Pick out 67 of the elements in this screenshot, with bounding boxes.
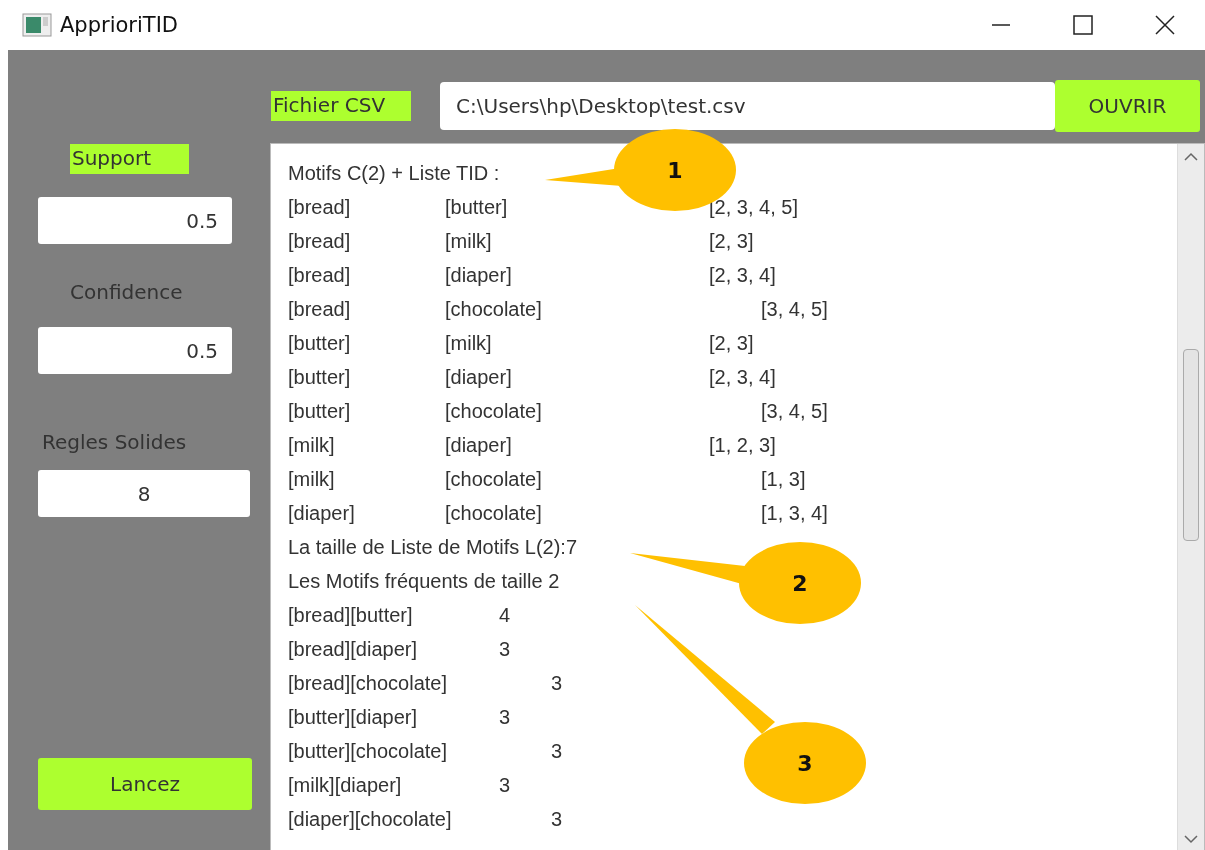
scroll-up-icon[interactable] [1184,152,1198,161]
rules-label: Regles Solides [42,430,187,454]
count-text: 3 [551,807,563,831]
close-icon[interactable] [1155,15,1175,35]
confidence-label: Confidence [70,280,183,304]
item-text: [butter] [288,365,352,389]
count-text: 3 [499,773,511,797]
tid-list: [1, 3, 4] [761,501,828,525]
count-text: 3 [551,739,563,763]
item-text: [milk] [445,331,493,355]
scroll-down-icon[interactable] [1184,835,1198,844]
maximize-icon[interactable] [1073,15,1093,35]
item-text: [diaper] [445,365,513,389]
support-label: Support [70,144,190,174]
confidence-field[interactable]: 0.5 [38,327,232,374]
count-text: 3 [551,671,563,695]
pattern-text: [butter][diaper] [288,705,418,729]
item-text: [bread] [288,195,352,219]
tid-list: [3, 4, 5] [761,399,828,423]
tid-list: [2, 3] [709,229,754,253]
item-text: [chocolate] [445,399,543,423]
item-text: [diaper] [288,501,356,525]
output-text: Les Motifs fréquents de taille 2 [288,569,560,593]
count-text: 3 [499,705,511,729]
pattern-text: [milk][diaper] [288,773,403,797]
tid-list: [2, 3, 4] [709,365,776,389]
count-text: 4 [499,603,511,627]
tid-list: [2, 3, 4] [709,263,776,287]
rules-field[interactable]: 8 [38,470,250,517]
item-text: [diaper] [445,263,513,287]
output-text: Motifs C(2) + Liste TID : [288,161,500,185]
item-text: [bread] [288,297,352,321]
callout-number: 1 [667,158,683,183]
pattern-text: [diaper][chocolate] [288,807,453,831]
pattern-text: [bread][chocolate] [288,671,448,695]
pattern-text: [bread][diaper] [288,637,418,661]
open-button[interactable]: OUVRIR [1055,79,1200,132]
scrollbar[interactable] [1177,144,1204,850]
tid-list: [1, 3] [761,467,806,491]
callout-number: 2 [792,571,808,596]
run-button[interactable]: Lancez [38,758,252,810]
item-text: [milk] [288,433,336,457]
item-text: [butter] [288,331,352,355]
file-label: Fichier CSV [271,90,412,121]
item-text: [bread] [288,263,352,287]
item-text: [diaper] [445,433,513,457]
callout-number: 3 [797,751,813,776]
item-text: [chocolate] [445,467,543,491]
tid-list: [3, 4, 5] [761,297,828,321]
item-text: [milk] [445,229,493,253]
item-text: [chocolate] [445,501,543,525]
path-field[interactable]: C:\Users\hp\Desktop\test.csv [440,81,1055,130]
scroll-thumb[interactable] [1183,349,1199,541]
item-text: [butter] [288,399,352,423]
item-text: [chocolate] [445,297,543,321]
item-text: [butter] [445,195,509,219]
pattern-text: [bread][butter] [288,603,414,627]
app-icon [22,13,52,37]
tid-list: [1, 2, 3] [709,433,776,457]
count-text: 3 [499,637,511,661]
tid-list: [2, 3] [709,331,754,355]
window-title: ApprioriTID [60,13,178,37]
item-text: [milk] [288,467,336,491]
item-text: [bread] [288,229,352,253]
output-text: La taille de Liste de Motifs L(2):7 [288,535,578,559]
pattern-text: [butter][chocolate] [288,739,448,763]
support-field[interactable]: 0.5 [38,197,232,244]
